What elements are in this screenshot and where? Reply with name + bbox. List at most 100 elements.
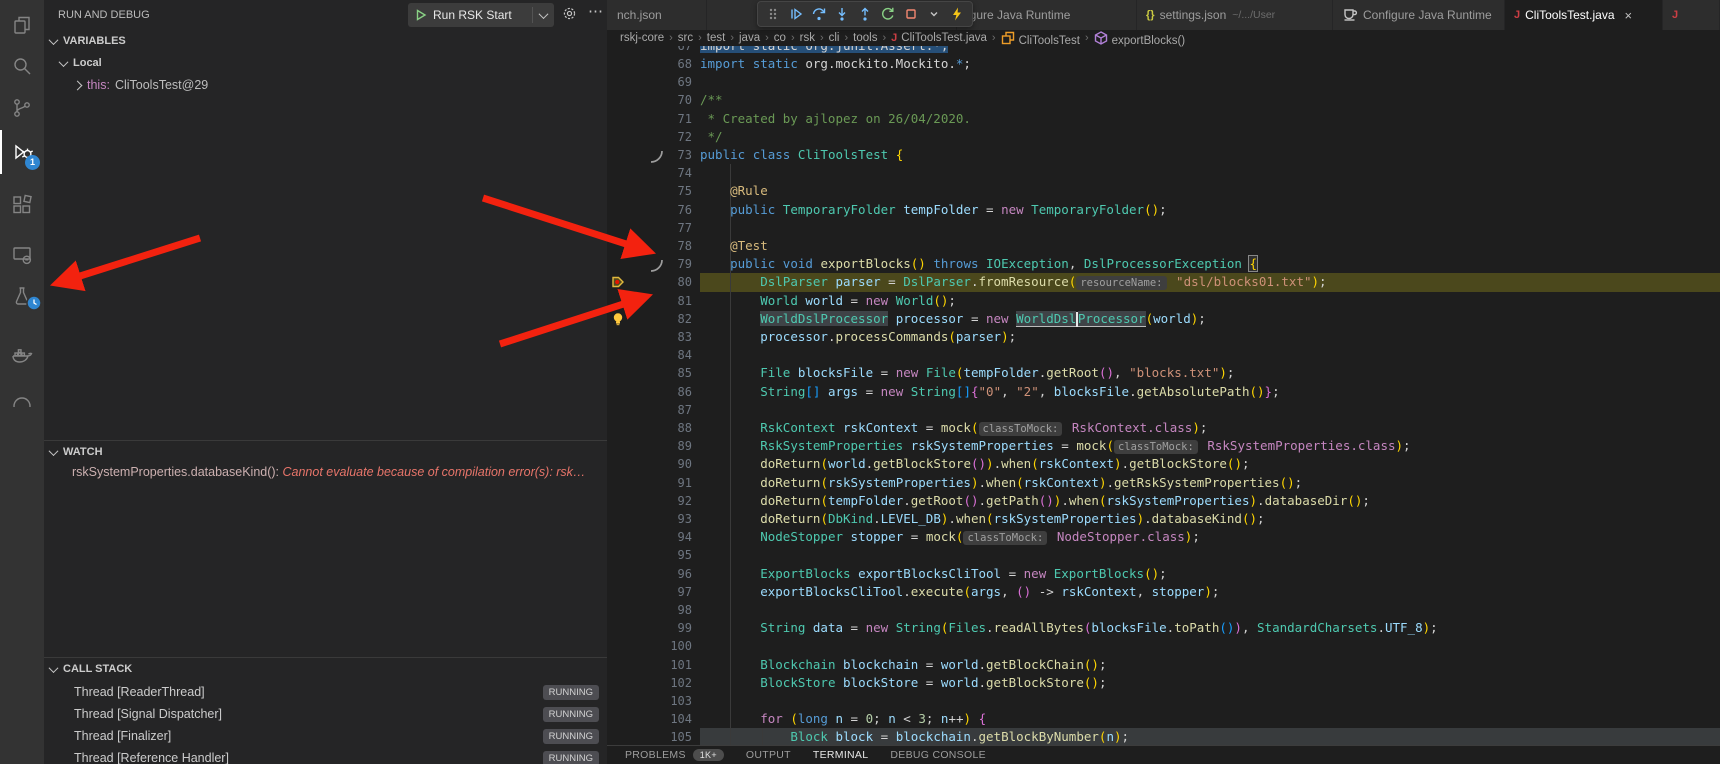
code-line-88[interactable]: 88 RskContext rskContext = mock(classToM… xyxy=(607,419,1720,437)
breadcrumb-file[interactable]: JCliToolsTest.java xyxy=(891,32,987,44)
line-number[interactable]: 94 xyxy=(607,528,692,546)
stop-menu-button[interactable] xyxy=(922,3,945,25)
code-line-82[interactable]: 82 WorldDslProcessor processor = new Wor… xyxy=(607,310,1720,328)
line-number[interactable]: 84 xyxy=(607,346,692,364)
code-line-72[interactable]: 72 */ xyxy=(607,128,1720,146)
code-line-79[interactable]: 79 public void exportBlocks() throws IOE… xyxy=(607,255,1720,273)
launch-config-dropdown[interactable]: Run RSK Start xyxy=(408,3,554,27)
code-line-96[interactable]: 96 ExportBlocks exportBlocksCliTool = ne… xyxy=(607,565,1720,583)
code-line-77[interactable]: 77 xyxy=(607,219,1720,237)
line-number[interactable]: 88 xyxy=(607,419,692,437)
code-line-89[interactable]: 89 RskSystemProperties rskSystemProperti… xyxy=(607,437,1720,455)
panel-tab-debug-console[interactable]: DEBUG CONSOLE xyxy=(890,749,986,761)
step-out-button[interactable] xyxy=(853,3,876,25)
breadcrumb-rsk[interactable]: rsk xyxy=(800,32,815,44)
line-number[interactable]: 104 xyxy=(607,710,692,728)
line-number[interactable]: 78 xyxy=(607,237,692,255)
code-line-71[interactable]: 71 * Created by ajlopez on 26/04/2020. xyxy=(607,110,1720,128)
activity-source-control-icon[interactable] xyxy=(0,86,44,130)
code-line-104[interactable]: 104 for (long n = 0; n < 3; n++) { xyxy=(607,710,1720,728)
panel-tab-problems[interactable]: PROBLEMS1K+ xyxy=(625,749,724,761)
code-line-76[interactable]: 76 public TemporaryFolder tempFolder = n… xyxy=(607,201,1720,219)
line-number[interactable]: 90 xyxy=(607,455,692,473)
thread-row[interactable]: Thread [Reference Handler]RUNNING xyxy=(44,748,607,764)
line-number[interactable]: 87 xyxy=(607,401,692,419)
variables-scope-local[interactable]: Local xyxy=(60,52,102,74)
line-number[interactable]: 77 xyxy=(607,219,692,237)
line-number[interactable]: 102 xyxy=(607,674,692,692)
callstack-section-header[interactable]: CALL STACK xyxy=(44,658,607,680)
code-line-103[interactable]: 103 xyxy=(607,692,1720,710)
line-number[interactable]: 100 xyxy=(607,637,692,655)
activity-run-and-debug-icon[interactable]: 1 xyxy=(0,130,44,174)
code-line-78[interactable]: 78 @Test xyxy=(607,237,1720,255)
line-number[interactable]: 67 xyxy=(607,46,692,55)
line-number[interactable]: 73 xyxy=(607,146,692,164)
line-number[interactable]: 86 xyxy=(607,383,692,401)
code-line-93[interactable]: 93 doReturn(DbKind.LEVEL_DB).when(rskSys… xyxy=(607,510,1720,528)
line-number[interactable]: 82 xyxy=(607,310,692,328)
more-actions-icon[interactable]: ⋯ xyxy=(588,2,604,20)
code-line-73[interactable]: 73public class CliToolsTest { xyxy=(607,146,1720,164)
tab-nch.json[interactable]: nch.json xyxy=(607,0,707,30)
panel-tab-output[interactable]: OUTPUT xyxy=(746,749,791,761)
code-line-91[interactable]: 91 doReturn(rskSystemProperties).when(rs… xyxy=(607,474,1720,492)
activity-remote-explorer-icon[interactable] xyxy=(0,233,44,277)
code-line-74[interactable]: 74 xyxy=(607,164,1720,182)
code-line-100[interactable]: 100 xyxy=(607,637,1720,655)
line-number[interactable]: 68 xyxy=(607,55,692,73)
line-number[interactable]: 75 xyxy=(607,182,692,200)
drag-handle-button[interactable] xyxy=(761,3,784,25)
line-number[interactable]: 76 xyxy=(607,201,692,219)
code-line-99[interactable]: 99 String data = new String(Files.readAl… xyxy=(607,619,1720,637)
thread-row[interactable]: Thread [Finalizer]RUNNING xyxy=(44,726,607,748)
code-line-101[interactable]: 101 Blockchain blockchain = world.getBlo… xyxy=(607,656,1720,674)
code-line-83[interactable]: 83 processor.processCommands(parser); xyxy=(607,328,1720,346)
code-line-94[interactable]: 94 NodeStopper stopper = mock(classToMoc… xyxy=(607,528,1720,546)
activity-testing-icon[interactable] xyxy=(0,274,44,318)
thread-row[interactable]: Thread [Signal Dispatcher]RUNNING xyxy=(44,704,607,726)
code-line-75[interactable]: 75 @Rule xyxy=(607,182,1720,200)
code-line-81[interactable]: 81 World world = new World(); xyxy=(607,292,1720,310)
watch-expression-row[interactable]: rskSystemProperties.databaseKind(): Cann… xyxy=(72,465,603,485)
tab-CliToolsTest.java[interactable]: JCliToolsTest.java× xyxy=(1505,0,1663,30)
code-line-68[interactable]: 68import static org.mockito.Mockito.*; xyxy=(607,55,1720,73)
line-number[interactable]: 69 xyxy=(607,73,692,91)
panel-tab-terminal[interactable]: TERMINAL xyxy=(813,749,869,761)
line-number[interactable]: 96 xyxy=(607,565,692,583)
gear-icon[interactable] xyxy=(562,6,577,26)
code-line-86[interactable]: 86 String[] args = new String[]{"0", "2"… xyxy=(607,383,1720,401)
tab-igure Java Runtime[interactable]: igure Java Runtime xyxy=(957,0,1137,30)
dropdown-chevron[interactable] xyxy=(532,7,554,23)
breadcrumb-cli[interactable]: cli xyxy=(829,32,840,44)
line-number[interactable]: 99 xyxy=(607,619,692,637)
line-number[interactable]: 91 xyxy=(607,474,692,492)
line-number[interactable]: 95 xyxy=(607,546,692,564)
line-number[interactable]: 98 xyxy=(607,601,692,619)
line-number[interactable]: 70 xyxy=(607,91,692,109)
stop-button[interactable] xyxy=(899,3,922,25)
line-number[interactable]: 74 xyxy=(607,164,692,182)
thread-row[interactable]: Thread [ReaderThread]RUNNING xyxy=(44,682,607,704)
code-line-97[interactable]: 97 exportBlocksCliTool.execute(args, () … xyxy=(607,583,1720,601)
line-number[interactable]: 71 xyxy=(607,110,692,128)
code-line-70[interactable]: 70/** xyxy=(607,91,1720,109)
activity-extensions-icon[interactable] xyxy=(0,183,44,227)
code-line-87[interactable]: 87 xyxy=(607,401,1720,419)
variable-this-row[interactable]: this: CliToolsTest@29 xyxy=(74,74,208,96)
line-number[interactable]: 105 xyxy=(607,728,692,745)
line-number[interactable]: 101 xyxy=(607,656,692,674)
code-line-85[interactable]: 85 File blocksFile = new File(tempFolder… xyxy=(607,364,1720,382)
line-number[interactable]: 81 xyxy=(607,292,692,310)
activity-overflow-partial-icon[interactable] xyxy=(0,378,44,422)
breadcrumb-symbol[interactable]: CliToolsTest xyxy=(1001,30,1080,47)
code-line-105[interactable]: 105 Block block = blockchain.getBlockByN… xyxy=(607,728,1720,745)
code-line-98[interactable]: 98 xyxy=(607,601,1720,619)
close-icon[interactable]: × xyxy=(1625,8,1633,23)
code-line-92[interactable]: 92 doReturn(tempFolder.getRoot().getPath… xyxy=(607,492,1720,510)
tab-hidden[interactable]: J xyxy=(1663,0,1720,30)
line-number[interactable]: 83 xyxy=(607,328,692,346)
tab-Configure Java Runtime[interactable]: Configure Java Runtime xyxy=(1333,0,1505,30)
line-number[interactable]: 103 xyxy=(607,692,692,710)
watch-section-header[interactable]: WATCH xyxy=(44,441,607,463)
